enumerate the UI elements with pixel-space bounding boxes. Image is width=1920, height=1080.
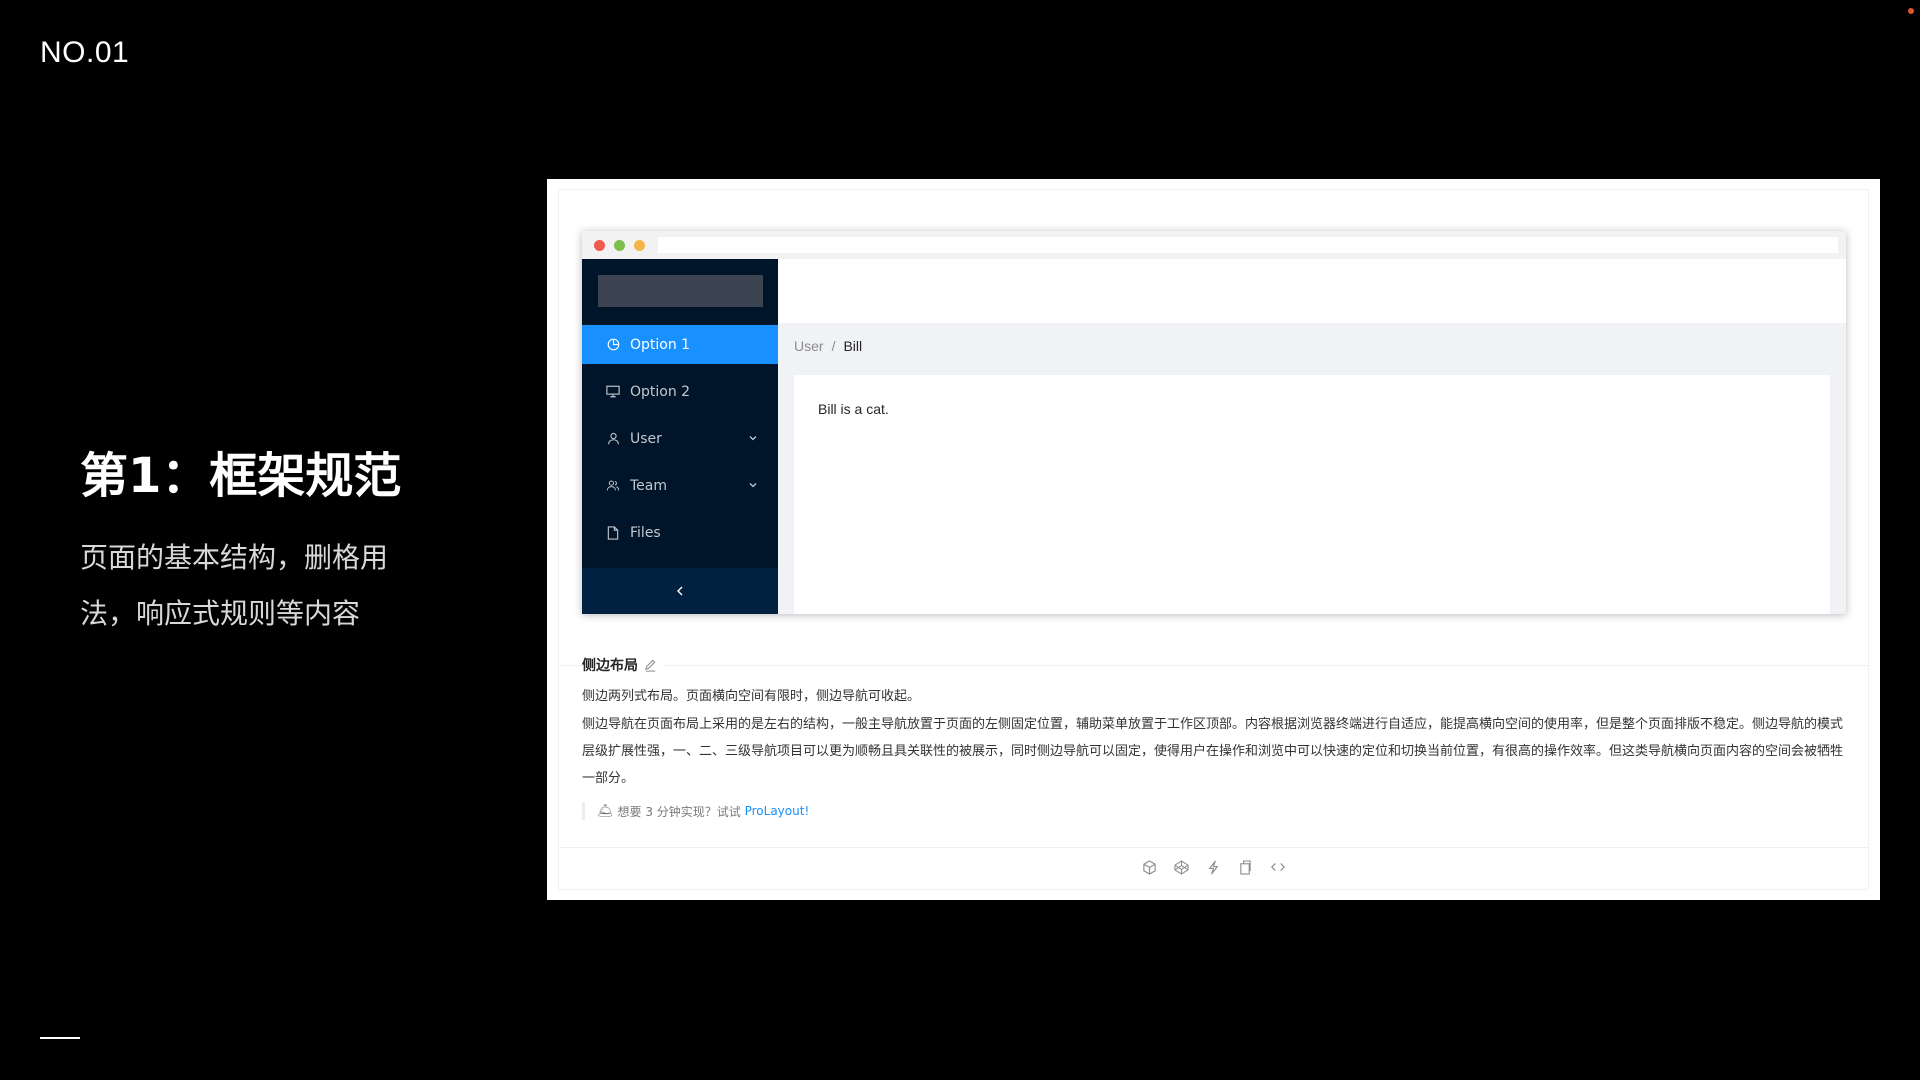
slide-description: 页面的基本结构，删格用法，响应式规则等内容 [80,541,389,630]
demo-panel: Option 1 Option 2 User Team Files User /… [547,179,1880,900]
content-text: Bill is a cat. [818,401,889,417]
menu-item-label: Option 2 [630,383,691,400]
slide-footer-line [40,1037,80,1039]
edit-icon[interactable] [644,659,657,672]
codesandbox-icon[interactable] [1141,858,1159,876]
slide-title: 第1：框架规范 [80,448,402,504]
address-bar [658,237,1838,253]
maximize-window-dot [614,240,625,251]
actions-divider [558,847,1869,848]
thunderbolt-icon[interactable] [1205,858,1223,876]
chevron-left-icon [677,586,683,596]
logo-placeholder [598,275,763,307]
breadcrumb-user-link[interactable]: User [794,338,824,354]
divider [558,665,1869,666]
menu-item-label: Option 1 [630,336,691,353]
menu-item-team[interactable]: Team [582,466,778,505]
copy-icon[interactable] [1237,858,1255,876]
prolayout-link[interactable]: ProLayout [745,804,805,818]
chevron-down-icon [749,436,757,441]
team-icon [605,478,621,494]
menu-item-option-2[interactable]: Option 2 [582,372,778,411]
bell-icon: 🛎 [597,803,614,819]
menu-item-option-1[interactable]: Option 1 [582,325,778,364]
file-icon [605,525,621,541]
menu-item-label: Files [630,524,661,541]
content-area: User / Bill Bill is a cat. [778,323,1846,614]
codepen-icon[interactable] [1173,858,1191,876]
minimize-window-dot [634,240,645,251]
menu-item-label: User [630,430,662,447]
breadcrumb-separator: / [831,338,836,354]
user-icon [605,431,621,447]
chevron-down-icon [749,483,757,488]
tip-text: 想要 3 分钟实现？试试 [617,804,741,819]
browser-titlebar [582,231,1846,259]
tip-suffix: ! [804,804,810,818]
menu-item-label: Team [630,477,668,494]
doc-title: 侧边布局 [582,655,665,675]
code-actions [547,858,1880,880]
doc-title-text: 侧边布局 [582,658,638,674]
menu-item-files[interactable]: Files [582,513,778,552]
doc-paragraph-1: 侧边两列式布局。页面横向空间有限时，侧边导航可收起。 [582,689,921,704]
doc-title-row: 侧边布局 [558,655,1869,677]
record-indicator-dot [1908,8,1914,14]
breadcrumb: User / Bill [794,338,862,354]
desktop-icon [605,384,621,400]
slide-number: NO.01 [40,36,130,69]
collapse-sider-button[interactable] [582,568,778,614]
breadcrumb-current: Bill [843,338,863,354]
tip-blockquote: 🛎 想要 3 分钟实现？试试 ProLayout! [582,802,809,820]
side-navigation: Option 1 Option 2 User Team Files [582,259,778,614]
menu-item-user[interactable]: User [582,419,778,458]
doc-paragraph-2: 侧边导航在页面布局上采用的是左右的结构，一般主导航放置于页面的左侧固定位置，辅助… [582,717,1844,786]
close-window-dot [594,240,605,251]
side-menu: Option 1 Option 2 User Team Files [582,325,778,560]
app-header [778,259,1846,323]
browser-mockup: Option 1 Option 2 User Team Files User /… [582,231,1846,614]
pie-chart-icon [605,337,621,353]
content-card: Bill is a cat. [794,375,1830,614]
code-icon[interactable] [1269,858,1287,876]
